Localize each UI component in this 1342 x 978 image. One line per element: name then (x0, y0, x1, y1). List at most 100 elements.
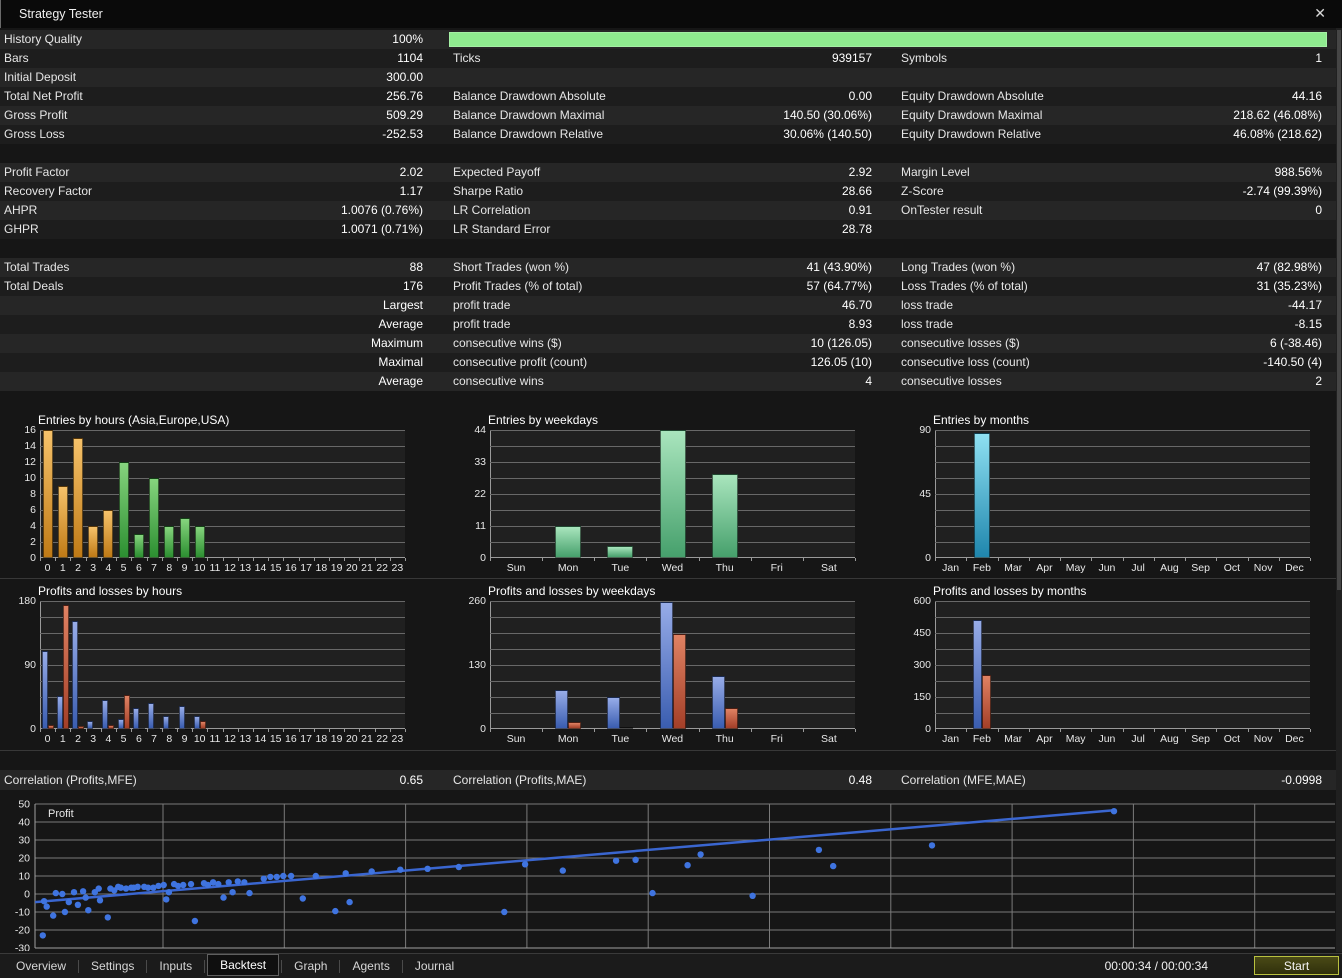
x-axis-tick (70, 729, 72, 732)
stat-label: loss trade (901, 298, 954, 312)
stats-row: AHPR 1.0076 (0.76%) LR Correlation 0.91 OnTe… (0, 201, 1342, 220)
stats-cell-group (447, 68, 896, 87)
x-axis-category-label: 16 (285, 733, 297, 745)
gridline (935, 601, 1310, 602)
stat-value: 176 (402, 279, 423, 293)
x-axis-category-label: 10 (193, 562, 206, 574)
bar (711, 676, 725, 729)
svg-text:10: 10 (18, 871, 30, 883)
gridline (490, 617, 855, 618)
strategy-tester-panel: Strategy Tester ✕ History Quality 100% Bar… (0, 0, 1342, 978)
bar (555, 689, 569, 729)
bar (47, 724, 54, 729)
x-axis-category-label: 0 (44, 733, 51, 745)
tab-overview[interactable]: Overview (6, 956, 76, 976)
x-axis-tick (997, 558, 999, 561)
x-axis-category-label: 5 (120, 733, 127, 745)
stat-value: 100% (392, 32, 423, 46)
x-axis-category-label: 21 (361, 562, 373, 574)
x-axis-category-label: 18 (315, 733, 328, 745)
gridline (935, 526, 1310, 527)
y-axis-tick-label: 0 (30, 723, 36, 735)
close-icon[interactable]: ✕ (1310, 5, 1330, 22)
bar (555, 526, 582, 558)
stat-value: 2.92 (848, 165, 872, 179)
x-axis-tick (237, 558, 239, 561)
stat-value: 30.06% (140.50) (783, 127, 872, 141)
stat-value: 1.17 (399, 184, 423, 198)
tab-backtest[interactable]: Backtest (207, 953, 280, 976)
stats-cell-group: Symbols 1 (896, 49, 1342, 68)
x-axis-category-label: 7 (151, 562, 158, 574)
bar (169, 727, 176, 730)
gridline (40, 510, 405, 511)
x-axis-category-label: 1 (59, 562, 66, 574)
stat-value: Maximum (370, 336, 423, 350)
tab-agents[interactable]: Agents (342, 956, 399, 976)
y-axis-tick-label: 6 (30, 504, 36, 516)
tab-inputs[interactable]: Inputs (149, 956, 202, 976)
bar (73, 438, 83, 558)
start-button[interactable]: Start (1254, 956, 1339, 975)
scrollbar-thumb[interactable] (1337, 30, 1341, 590)
stat-label: Long Trades (won %) (901, 260, 1016, 274)
x-axis-tick (237, 729, 239, 732)
x-axis-tick (40, 558, 41, 561)
stat-label: Bars (4, 51, 29, 65)
chart-title: Entries by weekdays (488, 413, 599, 427)
gridline (40, 601, 405, 602)
bar (199, 720, 206, 729)
x-axis-category-label: 17 (300, 733, 312, 745)
x-axis-tick (283, 729, 285, 732)
x-axis-tick (1153, 558, 1155, 561)
stats-cell-group: Maximum (0, 334, 447, 353)
x-axis-tick (313, 729, 315, 732)
x-axis-tick (131, 729, 133, 732)
tab-journal[interactable]: Journal (405, 956, 464, 976)
x-axis-category-label: 13 (239, 562, 252, 574)
stats-row: Initial Deposit 300.00 (0, 68, 1342, 87)
correlation-pair: Correlation (MFE,MAE) -0.0998 (896, 770, 1342, 790)
x-axis-category-label: Sun (506, 733, 526, 745)
separator (0, 578, 1342, 579)
gridline (935, 542, 1310, 543)
stat-label: Profit Trades (% of total) (453, 279, 583, 293)
gridline (40, 446, 405, 447)
stats-cell-group: Equity Drawdown Relative 46.08% (218.62) (896, 125, 1342, 144)
x-axis-category-label: Tue (611, 733, 630, 745)
stats-cell-group: Average (0, 315, 447, 334)
stat-label: consecutive wins ($) (453, 336, 562, 350)
svg-text:-20: -20 (15, 925, 30, 937)
x-axis-tick (1091, 729, 1093, 732)
stat-value: 0.00 (848, 89, 872, 103)
tab-graph[interactable]: Graph (284, 956, 337, 976)
gridline (935, 633, 1310, 634)
stat-value: 4 (865, 374, 872, 388)
bar (78, 726, 84, 729)
x-axis-category-label: Aug (1160, 733, 1179, 745)
stat-label: Equity Drawdown Absolute (901, 89, 1044, 103)
x-axis-category-label: 23 (391, 562, 404, 574)
bar (179, 518, 190, 558)
x-axis-category-label: Sun (506, 562, 526, 574)
stat-label: Total Deals (4, 279, 64, 293)
stat-value: 2.02 (399, 165, 423, 179)
stat-label: profit trade (453, 317, 511, 331)
x-axis-category-label: 19 (330, 562, 343, 574)
tab-settings[interactable]: Settings (81, 956, 144, 976)
stats-row: Total Deals 176 Profit Trades (% of total)… (0, 277, 1342, 296)
correlation-value: 0.48 (848, 773, 872, 787)
x-axis-category-label: 15 (269, 733, 282, 745)
y-axis-tick-label: 150 (913, 691, 931, 703)
stats-row: Profit Factor 2.02 Expected Payoff 2.92 Marg… (0, 163, 1342, 182)
stats-row: Total Trades 88 Short Trades (won %) 41 (43… (0, 258, 1342, 277)
y-axis-tick-label: 0 (925, 552, 931, 564)
stats-row: Average consecutive wins 4 consecutive loss… (0, 372, 1342, 391)
x-axis-tick (344, 558, 346, 561)
stats-cell-group: Total Net Profit 256.76 (0, 87, 447, 106)
x-axis-category-label: 3 (90, 733, 97, 745)
vertical-scrollbar[interactable] (1336, 28, 1342, 952)
x-axis-tick (359, 558, 361, 561)
x-axis-tick (298, 729, 300, 732)
tab-bar: Overview Settings Inputs Backtest Graph Agent… (6, 953, 464, 978)
